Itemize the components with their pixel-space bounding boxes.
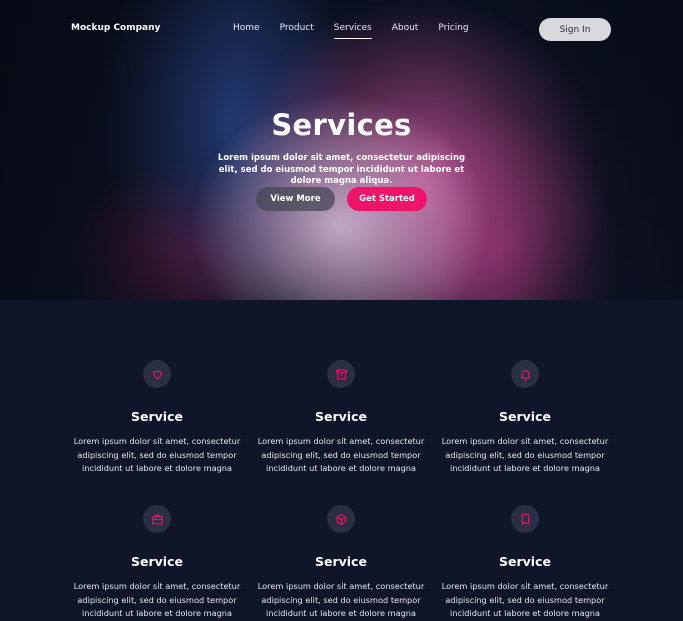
nav-item-services[interactable]: Services	[333, 23, 372, 39]
service-title: Service	[315, 409, 367, 424]
nav-item-about[interactable]: About	[392, 23, 419, 33]
service-title: Service	[131, 554, 183, 569]
service-description: Lorem ipsum dolor sit amet, consectetur …	[441, 436, 609, 473]
top-navbar: Mockup Company Home Product Services Abo…	[0, 0, 683, 60]
hero-subtitle: Lorem ipsum dolor sit amet, consectetur …	[217, 153, 466, 186]
service-description: Lorem ipsum dolor sit amet, consectetur …	[257, 581, 425, 618]
nav-item-home[interactable]: Home	[233, 23, 260, 33]
brand-logo[interactable]: Mockup Company	[71, 23, 160, 33]
service-card: Service Lorem ipsum dolor sit amet, cons…	[65, 360, 249, 476]
bookmark-icon	[521, 513, 529, 525]
service-description: Lorem ipsum dolor sit amet, consectetur …	[257, 436, 425, 473]
icon-badge	[143, 505, 171, 533]
icon-badge	[327, 360, 355, 388]
service-card: Service Lorem ipsum dolor sit amet, cons…	[433, 505, 617, 621]
icon-badge	[143, 360, 171, 388]
hero-section: Mockup Company Home Product Services Abo…	[0, 0, 683, 300]
page-title: Services	[271, 108, 412, 142]
service-card: Service Lorem ipsum dolor sit amet, cons…	[65, 505, 249, 621]
cube-icon	[336, 513, 346, 525]
heart-icon	[152, 370, 162, 379]
service-title: Service	[315, 554, 367, 569]
get-started-button[interactable]: Get Started	[347, 187, 427, 211]
icon-badge	[327, 505, 355, 533]
service-description: Lorem ipsum dolor sit amet, consectetur …	[73, 436, 241, 473]
icon-badge	[511, 505, 539, 533]
service-title: Service	[499, 554, 551, 569]
service-card: Service Lorem ipsum dolor sit amet, cons…	[249, 360, 433, 476]
icon-badge	[511, 360, 539, 388]
archive-icon	[335, 369, 347, 379]
nav-item-product[interactable]: Product	[280, 23, 314, 33]
service-description: Lorem ipsum dolor sit amet, consectetur …	[441, 581, 609, 618]
nav-links: Home Product Services About Pricing	[233, 23, 489, 39]
service-title: Service	[499, 409, 551, 424]
view-more-button[interactable]: View More	[256, 187, 335, 211]
briefcase-icon	[151, 514, 163, 524]
service-description: Lorem ipsum dolor sit amet, consectetur …	[73, 581, 241, 618]
service-card: Service Lorem ipsum dolor sit amet, cons…	[433, 360, 617, 476]
bell-icon	[520, 369, 530, 380]
nav-item-pricing[interactable]: Pricing	[438, 23, 468, 33]
service-title: Service	[131, 409, 183, 424]
services-grid: Service Lorem ipsum dolor sit amet, cons…	[0, 300, 683, 618]
sign-in-button[interactable]: Sign In	[539, 18, 611, 41]
service-card: Service Lorem ipsum dolor sit amet, cons…	[249, 505, 433, 621]
